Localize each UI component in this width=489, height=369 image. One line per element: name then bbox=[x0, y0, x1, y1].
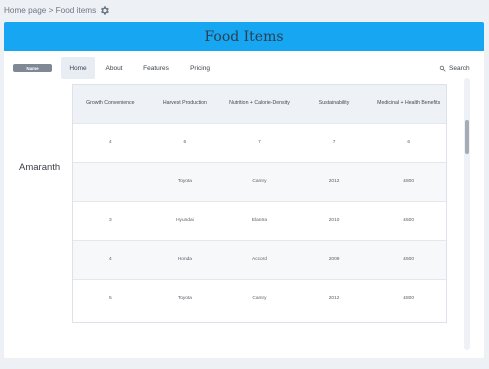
table-row: 5 Toyota Camry 2012 £800 bbox=[73, 279, 446, 318]
table-cell: 2010 bbox=[328, 218, 340, 223]
table-cell: 7 bbox=[332, 140, 336, 145]
table-cell bbox=[73, 162, 148, 201]
table-cell: Accord bbox=[252, 257, 267, 262]
table-cell: Toyota bbox=[177, 296, 192, 302]
content-card: Food Items Name Home About Features Pric… bbox=[4, 22, 484, 358]
banner: Food Items bbox=[4, 22, 484, 51]
breadcrumb: Home page > Food items bbox=[4, 3, 110, 17]
column-header: Nutrition + Calorie-Density bbox=[229, 100, 290, 107]
table-cell: 6 bbox=[407, 140, 411, 145]
table-cell: £800 bbox=[403, 296, 415, 302]
table-cell: 2009 bbox=[328, 257, 340, 262]
column-header: Harvest Production bbox=[162, 100, 207, 107]
table-cell: Camry bbox=[252, 179, 267, 184]
table-row: Toyota Camry 2012 £800 bbox=[73, 162, 446, 201]
table-cell: Elantra bbox=[251, 218, 268, 223]
table-cell: 6 bbox=[183, 140, 187, 145]
search-control[interactable]: Search bbox=[439, 57, 470, 79]
table-cell: 7 bbox=[258, 140, 261, 145]
table-cell: Toyota bbox=[177, 179, 192, 184]
tab-features[interactable]: Features bbox=[140, 57, 172, 79]
tab-home[interactable]: Home bbox=[61, 57, 95, 79]
search-icon[interactable] bbox=[439, 65, 446, 72]
table-cell: £600 bbox=[403, 218, 415, 223]
data-table: Growth Convenience Harvest Production Nu… bbox=[72, 84, 447, 323]
table-cell: Camry bbox=[252, 296, 267, 302]
table-cell: 2012 bbox=[328, 296, 340, 302]
row-label: Amaranth bbox=[19, 162, 61, 173]
brand-button[interactable]: Name bbox=[13, 64, 52, 72]
page-title: Food Items bbox=[204, 28, 284, 45]
table-cell: Hyundai bbox=[176, 218, 194, 223]
table-row: 4 6 7 7 6 bbox=[73, 123, 446, 162]
navbar: Name Home About Features Pricing Search bbox=[4, 57, 484, 79]
table-cell: 4 bbox=[108, 257, 112, 262]
column-header: Growth Convenience bbox=[86, 100, 135, 107]
table-cell: 5 bbox=[108, 296, 112, 302]
table-cell: Honda bbox=[177, 257, 192, 262]
table-row: 4 Honda Accord 2009 £500 bbox=[73, 240, 446, 279]
table-cell: 3 bbox=[108, 218, 112, 223]
scrollbar[interactable] bbox=[464, 78, 470, 350]
column-header: Sustainability bbox=[318, 100, 350, 107]
search-label[interactable]: Search bbox=[449, 65, 470, 72]
table-cell: £500 bbox=[403, 257, 415, 262]
table-cell: 4 bbox=[108, 140, 112, 145]
table-cell: 2012 bbox=[328, 179, 340, 184]
table-row: 3 Hyundai Elantra 2010 £600 bbox=[73, 201, 446, 240]
gear-icon[interactable] bbox=[99, 5, 110, 16]
column-header: Medicinal + Health Benefits bbox=[377, 100, 441, 107]
tab-about[interactable]: About bbox=[100, 57, 128, 79]
scrollbar-thumb[interactable] bbox=[465, 120, 469, 154]
table-header-row: Growth Convenience Harvest Production Nu… bbox=[73, 85, 446, 123]
table-cell: £800 bbox=[403, 179, 415, 184]
tab-pricing[interactable]: Pricing bbox=[186, 57, 214, 79]
breadcrumb-text: Home page > Food items bbox=[4, 5, 97, 15]
